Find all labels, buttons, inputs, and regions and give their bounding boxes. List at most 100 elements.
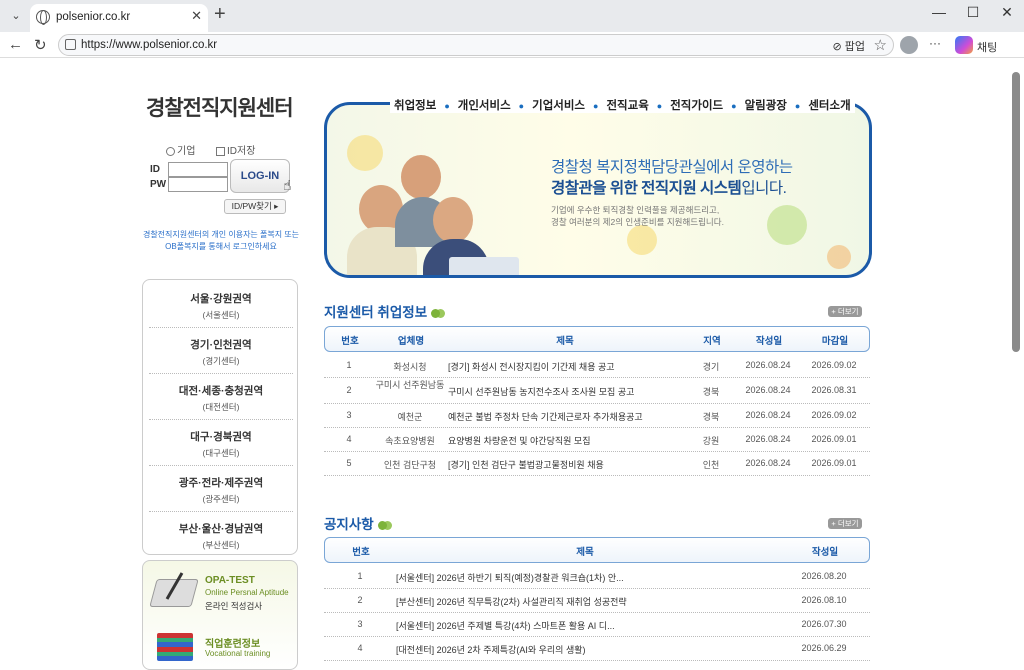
tab-title: polsenior.co.kr (56, 11, 131, 23)
cell-company: 구미시 선주원남동 (375, 380, 445, 390)
nav-separator-icon: ● (656, 100, 663, 111)
new-tab-icon[interactable]: + (214, 3, 226, 26)
cell-title-link[interactable]: [경기] 화성시 전시장지킴이 기간제 채용 공고 (448, 360, 692, 373)
cell-no: 4 (346, 434, 352, 444)
cell-title-link[interactable]: [서울센터] 2026년 하반기 퇴직(예정)경찰관 워크숍(1차) 안... (396, 571, 756, 584)
copilot-icon[interactable] (955, 36, 973, 54)
region-name: 서울·강원권역 (190, 293, 252, 305)
col-header: 번호 (352, 547, 370, 558)
cell-title-link[interactable]: [대전센터] 2026년 2차 주제특강(AI와 우리의 생활) (396, 643, 756, 656)
cell-date: 2026.08.24 (745, 410, 791, 420)
site-info-icon[interactable] (65, 39, 76, 50)
profile-avatar[interactable] (900, 36, 918, 54)
region-item-busan[interactable]: 부산·울산·경남권역 (부산센터) (149, 512, 293, 558)
cell-region: 경기 (702, 362, 720, 372)
find-id-pw-button[interactable]: ID/PW찾기 ▸ (224, 199, 286, 214)
hero-banner: 경찰청 복지정책담당관실에서 운영하는 경찰관을 위한 전직지원 시스템입니다.… (324, 102, 872, 278)
cell-company: 예천군 (397, 412, 423, 422)
notices-more-button[interactable]: + 더보기 (828, 518, 862, 529)
jobs-more-button[interactable]: + 더보기 (828, 306, 862, 317)
books-icon (157, 633, 193, 661)
back-icon[interactable]: ← (8, 36, 23, 53)
table-row[interactable]: 4 속초요양병원 요양병원 차량운전 및 야간당직원 모집 강원 2026.08… (324, 428, 870, 452)
cell-deadline: 2026.08.31 (811, 385, 857, 395)
region-item-gyeonggi[interactable]: 경기·인천권역 (경기센터) (149, 328, 293, 374)
region-sub: (광주센터) (202, 494, 240, 504)
nav-personal-service[interactable]: 개인서비스 (458, 100, 511, 112)
table-row[interactable]: 4 [대전센터] 2026년 2차 주제특강(AI와 우리의 생활) 2026.… (324, 637, 870, 661)
cell-title-link[interactable]: 요양병원 차량운전 및 야간당직원 모집 (448, 434, 692, 447)
maximize-icon[interactable]: ☐ (958, 4, 988, 21)
minimize-icon[interactable]: — (924, 4, 954, 20)
login-button[interactable]: LOG-IN (230, 159, 290, 193)
cell-title-link[interactable]: 예천군 불법 주정차 단속 기간제근로자 추가채용공고 (448, 410, 692, 423)
region-sub: (서울센터) (202, 310, 240, 320)
side-banner: OPA-TEST Online Persnal Aptitude 온라인 적성검… (142, 560, 298, 670)
cell-title-link[interactable]: [서울센터] 2026년 주제별 특강(4차) 스마트폰 활용 AI 디... (396, 619, 756, 632)
table-row[interactable]: 1 [서울센터] 2026년 하반기 퇴직(예정)경찰관 워크숍(1차) 안..… (324, 565, 870, 589)
reload-icon[interactable]: ↻ (34, 36, 47, 54)
nav-job-info[interactable]: 취업정보 (394, 100, 436, 112)
scrollbar-thumb[interactable] (1012, 72, 1020, 352)
opa-test-link[interactable]: OPA-TEST (205, 575, 255, 586)
nav-career-guide[interactable]: 전직가이드 (670, 100, 723, 112)
password-input[interactable] (168, 177, 228, 192)
url-text[interactable]: https://www.polsenior.co.kr (81, 39, 217, 51)
table-row[interactable]: 5 인천 검단구청 [경기] 인천 검단구 불법광고물정비원 채용 인천 202… (324, 452, 870, 476)
cell-no: 2 (346, 385, 352, 395)
cell-title-link[interactable]: [부산센터] 2026년 직무특강(2차) 사설관리직 재취업 성공전략 (396, 595, 756, 608)
mouse-cursor-icon: ☝ (283, 177, 292, 193)
nav-notice-plaza[interactable]: 알림광장 (745, 100, 787, 112)
vocational-training-subtitle: Vocational training (205, 649, 271, 658)
scrollbar[interactable] (1012, 60, 1020, 667)
col-header: 업체명 (397, 336, 425, 347)
close-tab-icon[interactable]: ✕ (191, 8, 202, 24)
save-id-label: ID저장 (227, 146, 256, 157)
company-radio[interactable]: 기업 (166, 142, 195, 157)
chat-label[interactable]: 채팅 (977, 39, 997, 55)
save-id-checkbox[interactable]: ID저장 (216, 142, 255, 157)
jobs-title-text: 지원센터 취업정보 (324, 305, 428, 320)
nav-company-service[interactable]: 기업서비스 (532, 100, 585, 112)
browser-tab-strip: ⌄ polsenior.co.kr ✕ + — ☐ ✕ (0, 0, 1024, 32)
cell-no: 4 (357, 643, 363, 653)
find-id-pw-label: ID/PW찾기 (231, 201, 272, 211)
jobs-section-title: 지원센터 취업정보 (324, 301, 441, 321)
cell-title-link[interactable]: 구미시 선주원남동 농지전수조사 조사원 모집 공고 (448, 385, 692, 398)
opa-subtitle: Online Persnal Aptitude (205, 588, 289, 597)
table-row[interactable]: 3 예천군 예천군 불법 주정차 단속 기간제근로자 추가채용공고 경북 202… (324, 404, 870, 428)
table-row[interactable]: 2 [부산센터] 2026년 직무특강(2차) 사설관리직 재취업 성공전략 2… (324, 589, 870, 613)
region-item-seoul[interactable]: 서울·강원권역 (서울센터) (149, 282, 293, 328)
region-item-gwangju[interactable]: 광주·전라·제주권역 (광주센터) (149, 466, 293, 512)
browser-tab[interactable]: polsenior.co.kr ✕ (30, 4, 208, 32)
col-header: 제목 (576, 547, 594, 558)
checkbox-icon (216, 146, 225, 156)
table-row[interactable]: 2 구미시 선주원남동 구미시 선주원남동 농지전수조사 조사원 모집 공고 경… (324, 378, 870, 404)
region-item-daejeon[interactable]: 대전·세종·충청권역 (대전센터) (149, 374, 293, 420)
region-item-daegu[interactable]: 대구·경북권역 (대구센터) (149, 420, 293, 466)
nav-center-intro[interactable]: 센터소개 (808, 100, 850, 112)
vocational-training-link[interactable]: 직업훈련정보 (205, 635, 260, 650)
tab-list-chevron-icon[interactable]: ⌄ (6, 6, 26, 26)
cell-title-link[interactable]: [경기] 인천 검단구 불법광고물정비원 채용 (448, 458, 692, 471)
close-window-icon[interactable]: ✕ (992, 4, 1022, 21)
cell-company: 속초요양병원 (385, 436, 435, 446)
popup-label: 팝업 (844, 41, 865, 53)
favorite-star-icon[interactable]: ☆ (874, 36, 887, 54)
site-title[interactable]: 경찰전직지원센터 (146, 92, 294, 122)
cell-no: 3 (357, 619, 363, 629)
table-row[interactable]: 1 화성시청 [경기] 화성시 전시장지킴이 기간제 채용 공고 경기 2026… (324, 354, 870, 378)
cell-date: 2026.07.30 (801, 619, 847, 629)
id-input[interactable] (168, 162, 228, 177)
table-row[interactable]: 3 [서울센터] 2026년 주제별 특강(4차) 스마트폰 활용 AI 디..… (324, 613, 870, 637)
address-bar-row: ← ↻ https://www.polsenior.co.kr ⊘ 팝업 ☆ (0, 32, 1024, 58)
id-label: ID (150, 164, 160, 175)
col-header: 번호 (341, 336, 359, 347)
pw-label: PW (150, 179, 167, 190)
cell-no: 1 (357, 571, 363, 581)
address-bar[interactable]: https://www.polsenior.co.kr ⊘ 팝업 ☆ (58, 34, 894, 56)
popup-blocked-indicator[interactable]: ⊘ 팝업 (832, 38, 865, 54)
more-menu-icon[interactable]: ··· (929, 36, 941, 50)
nav-career-education[interactable]: 전직교육 (606, 100, 648, 112)
notices-section-title: 공지사항 (324, 513, 387, 533)
